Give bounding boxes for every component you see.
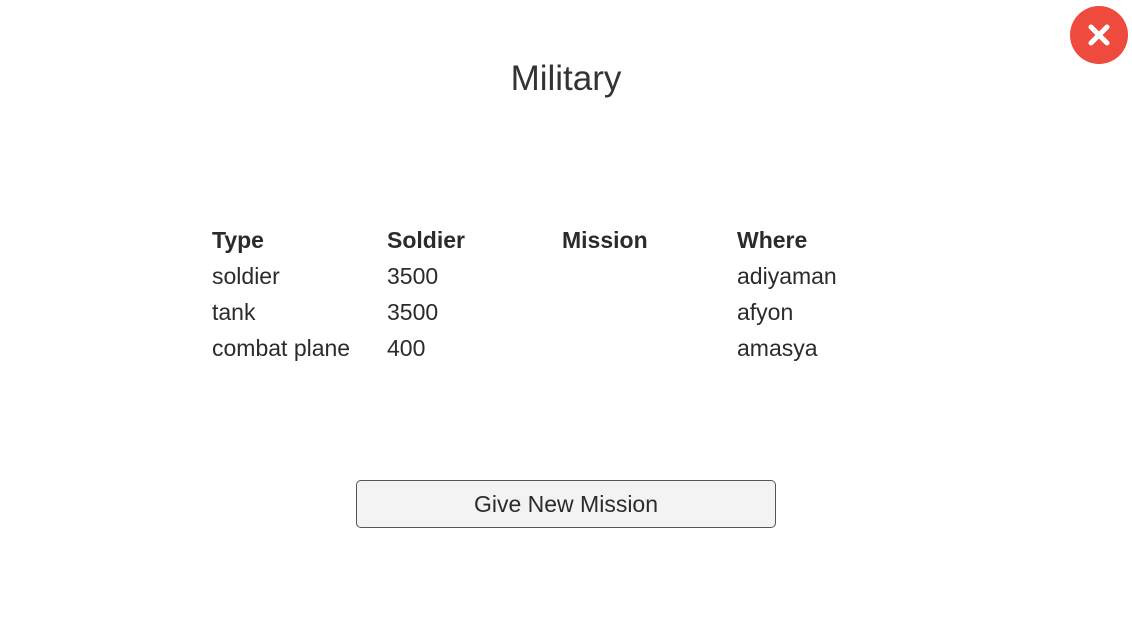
- military-table: Type Soldier Mission Where soldier 3500 …: [212, 222, 912, 366]
- cell-soldier: 3500: [387, 263, 439, 289]
- header-type: Type: [212, 227, 264, 253]
- header-mission: Mission: [562, 227, 648, 253]
- cell-where: afyon: [737, 299, 794, 325]
- cell-where: amasya: [737, 335, 818, 361]
- cell-type: soldier: [212, 263, 280, 289]
- cell-soldier: 3500: [387, 299, 439, 325]
- table-header-row: Type Soldier Mission Where: [212, 222, 912, 258]
- table-row: soldier 3500 adiyaman: [212, 258, 912, 294]
- page-title: Military: [510, 59, 622, 98]
- give-new-mission-button[interactable]: Give New Mission: [356, 480, 776, 528]
- cell-where: adiyaman: [737, 263, 837, 289]
- table-row: tank 3500 afyon: [212, 294, 912, 330]
- header-where: Where: [737, 227, 808, 253]
- close-icon: [1088, 24, 1110, 46]
- military-panel: Military Type Soldier Mission Where sold…: [0, 0, 1132, 633]
- header-soldier: Soldier: [387, 227, 465, 253]
- cell-type: tank: [212, 299, 256, 325]
- cell-soldier: 400: [387, 335, 426, 361]
- cell-type: combat plane: [212, 335, 351, 361]
- close-button[interactable]: [1070, 6, 1128, 64]
- table-row: combat plane 400 amasya: [212, 330, 912, 366]
